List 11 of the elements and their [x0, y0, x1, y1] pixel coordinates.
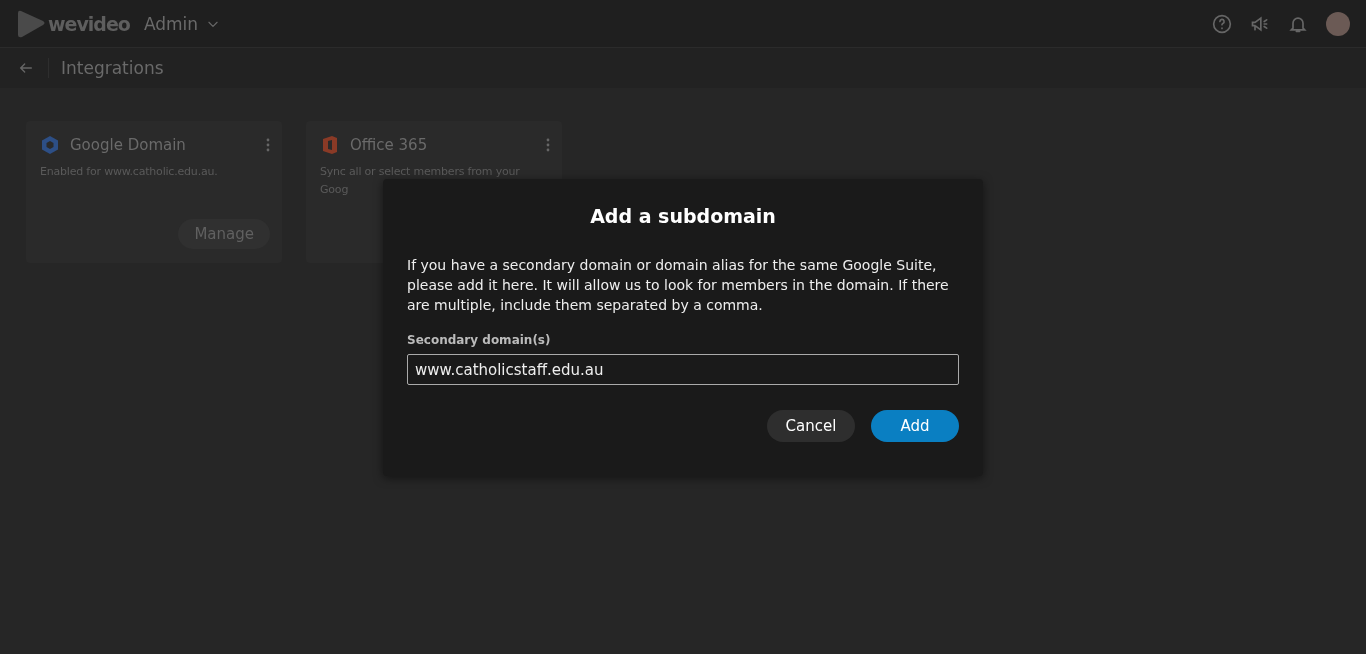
input-field[interactable]: www.catholicstaff.edu.au: [407, 354, 959, 385]
cancel-button[interactable]: Cancel: [767, 410, 855, 442]
logo-text: wevideo: [48, 12, 130, 35]
card-title: Office 365: [350, 136, 429, 154]
section-dropdown[interactable]: Admin: [143, 13, 221, 34]
page-title: Integrations: [48, 58, 164, 78]
field-label: Secondary domain(s): [407, 333, 552, 347]
dialog-title: Add a subdomain: [589, 205, 777, 227]
card-title: Google Domain: [70, 136, 187, 154]
dialog-text: If you have a secondary domain or domain alias for the same Google Suite, please add it here. It will allow us to look for members in the domain. If there are multiple, include them separated by a comma.: [407, 256, 950, 315]
add-button[interactable]: Add: [871, 410, 959, 442]
